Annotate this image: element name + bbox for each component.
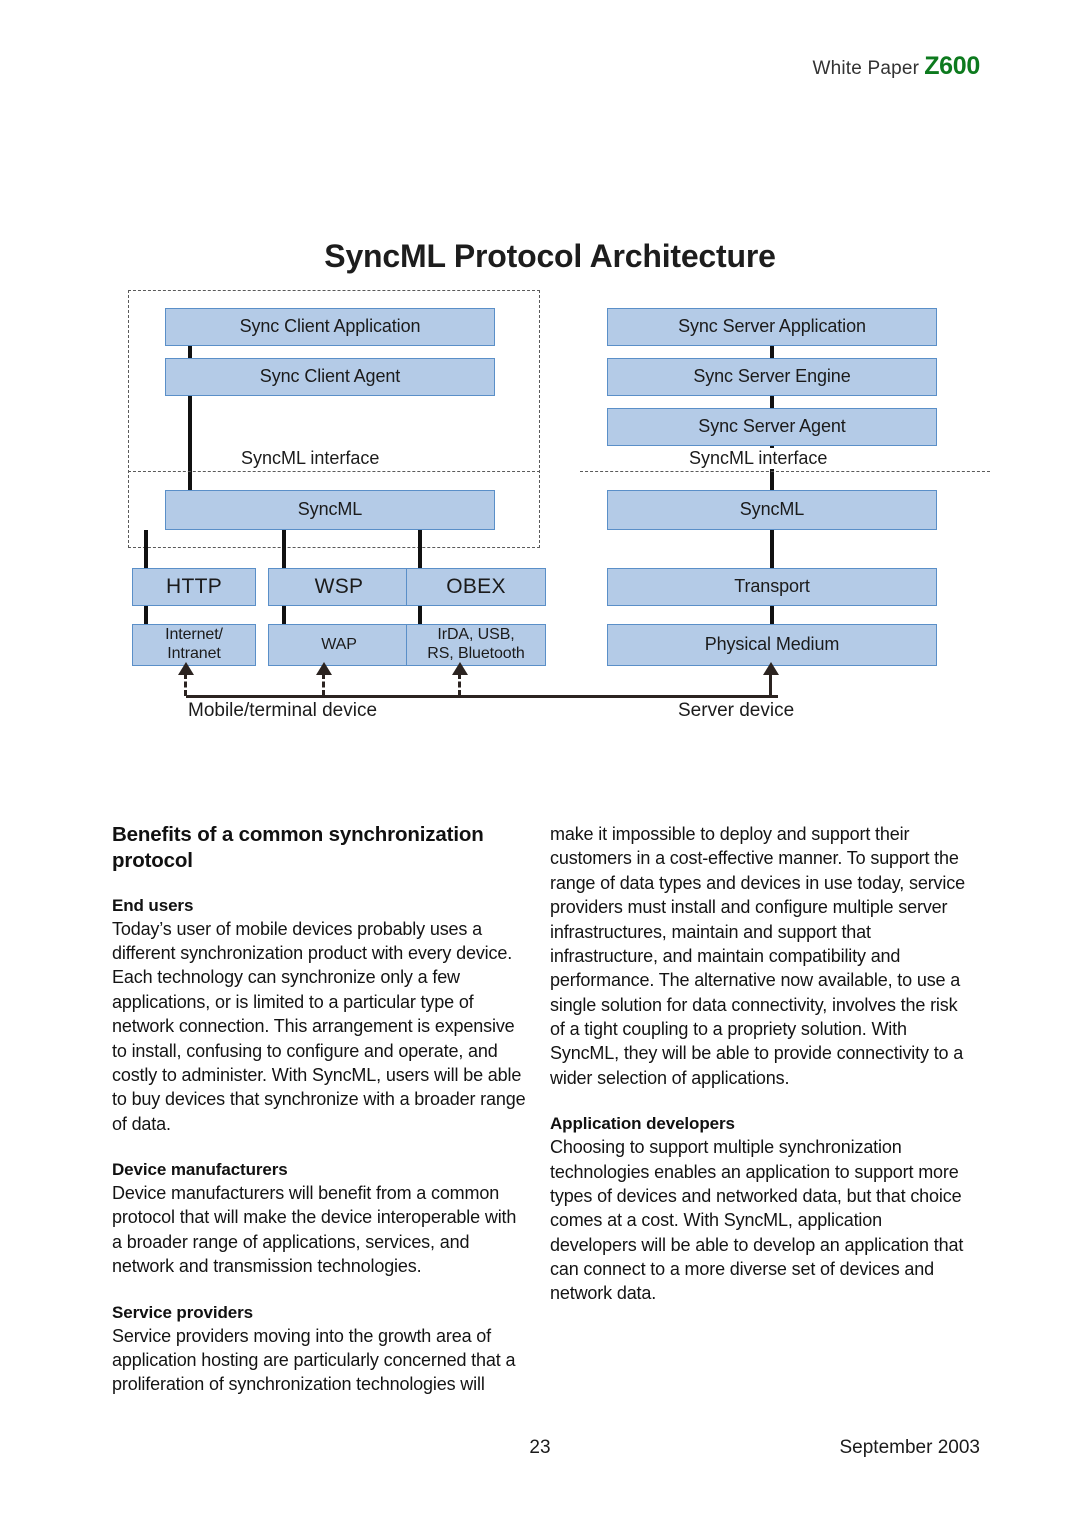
connector-server-engine-agent [770,396,774,408]
connector-server-app-engine [770,346,774,358]
connector-client-app-agent [188,346,192,358]
box-obex: OBEX [406,568,546,606]
box-label: Sync Server Application [678,316,866,337]
box-sync-server-engine: Sync Server Engine [607,358,937,396]
box-label: WSP [314,574,364,598]
product-model-label: Z600 [924,52,980,80]
paragraph-service-providers-continued: make it impossible to deploy and support… [550,824,965,1088]
content-column-left: Benefits of a common synchronization pro… [112,822,527,1397]
connector-wsp-wap [282,606,286,626]
heading-end-users: End users [112,895,194,915]
paragraph-service-providers: Service providers moving into the growth… [112,1325,516,1395]
box-label-line-1: IrDA, USB, [437,626,515,644]
box-label: SyncML [739,499,805,520]
box-http: HTTP [132,568,256,606]
connector-obex-irda [418,606,422,626]
footer-date: September 2003 [839,1437,981,1458]
page-title: Benefits of a common synchronization pro… [112,823,484,872]
box-label: HTTP [165,574,223,598]
box-label: Sync Server Engine [693,366,851,387]
box-label-line-2: Intranet [167,645,221,662]
box-physical-medium: Physical Medium [607,624,937,666]
box-label: Transport [734,576,810,597]
connector-client-agent-syncml [188,396,192,492]
paragraph-end-users: Today’s user of mobile devices probably … [112,918,526,1134]
server-syncml-interface-line [580,471,990,472]
server-device-label: Server device [678,700,795,721]
box-internet-intranet: Internet/ Intranet [132,624,256,666]
white-paper-label: White Paper [812,58,920,79]
box-label: OBEX [446,574,506,598]
content-column-right: make it impossible to deploy and support… [550,822,965,1306]
arrow-mobile-internet [178,662,194,696]
box-sync-server-agent: Sync Server Agent [607,408,937,446]
box-wsp: WSP [268,568,410,606]
box-label: SyncML [297,499,363,520]
diagram-title: SyncML Protocol Architecture [324,238,776,274]
heading-device-manufacturers: Device manufacturers [112,1160,288,1180]
box-server-syncml: SyncML [607,490,937,530]
heading-service-providers: Service providers [112,1302,253,1322]
box-irda-usb-rs-bluetooth: IrDA, USB, RS, Bluetooth [406,624,546,666]
paragraph-device-manufacturers: Device manufacturers will benefit from a… [112,1183,517,1277]
page-header: White Paper Z600 [812,52,980,81]
box-transport: Transport [607,568,937,606]
arrow-mobile-wap [316,662,332,696]
box-sync-client-application: Sync Client Application [165,308,495,346]
box-sync-server-application: Sync Server Application [607,308,937,346]
box-sync-client-agent: Sync Client Agent [165,358,495,396]
box-label-line-1: Internet/ [165,626,223,644]
device-baseline [186,695,778,698]
box-label: Physical Medium [704,634,840,655]
heading-application-developers: Application developers [550,1114,735,1134]
box-label: Sync Client Application [239,316,421,337]
box-label: Sync Server Agent [698,416,846,437]
box-client-syncml: SyncML [165,490,495,530]
connector-server-syncml-transport [770,530,774,568]
connector-http-internet [144,606,148,626]
box-label: WAP [321,635,357,653]
client-syncml-interface-line [128,471,540,472]
client-syncml-interface-label: SyncML interface [238,448,383,469]
box-wap: WAP [268,624,410,666]
arrow-server-physical [763,662,779,696]
syncml-architecture-diagram: SyncML Protocol Architecture Sync Client… [110,232,990,742]
box-label-line-2: RS, Bluetooth [427,645,525,662]
box-label: Sync Client Agent [259,366,401,387]
mobile-device-label: Mobile/terminal device [188,700,378,721]
connector-transport-physical [770,606,774,626]
arrow-mobile-irda [452,662,468,696]
paragraph-application-developers: Choosing to support multiple synchroniza… [550,1137,964,1304]
server-syncml-interface-label: SyncML interface [686,448,831,469]
